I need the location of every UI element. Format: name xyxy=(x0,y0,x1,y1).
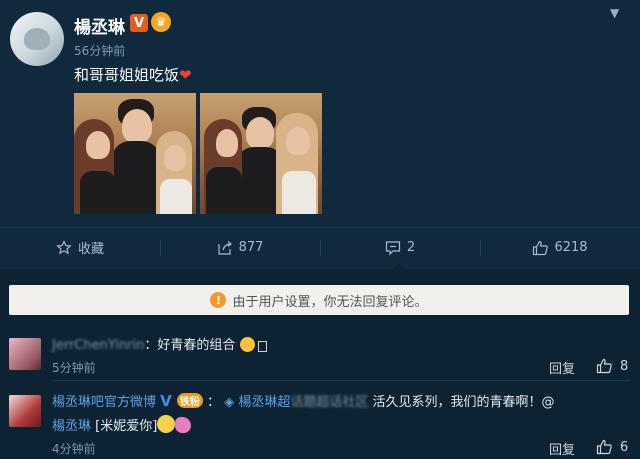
chevron-down-icon[interactable]: ▼ xyxy=(610,6,619,20)
like-button[interactable]: 6218 xyxy=(480,228,640,267)
supertopic-blurred: 话题超话社区 xyxy=(290,395,369,410)
post-text-content: 和哥哥姐姐吃饭 xyxy=(74,66,180,84)
star-eyes-emoji-icon xyxy=(239,337,255,352)
comment-avatar[interactable] xyxy=(9,338,41,370)
comment-author[interactable]: 楊丞琳吧官方微博 xyxy=(52,395,156,410)
comment-author[interactable]: JerrChenYinrin xyxy=(52,338,144,353)
supertopic-icon: ◈ xyxy=(224,395,235,410)
minnie-love-emoji-icon xyxy=(157,415,176,433)
comment-avatar[interactable] xyxy=(9,395,41,427)
comment-text: 活久见系列，我们的青春啊！@ xyxy=(372,395,555,410)
comment-like-count: 6 xyxy=(620,439,629,455)
crown-icon: ♛ xyxy=(151,12,171,32)
emoji-text: [米妮爱你] xyxy=(95,419,158,434)
share-icon xyxy=(217,240,232,255)
post-time[interactable]: 56分钟前 xyxy=(74,42,125,59)
post-photo-1[interactable] xyxy=(74,93,196,214)
favorite-button[interactable]: 收藏 xyxy=(0,228,160,267)
post-text: 和哥哥姐姐吃饭❤ xyxy=(74,64,192,85)
comment-text: ：好青春的组合 xyxy=(144,338,236,353)
post-action-bar: 收藏 877 2 6218 xyxy=(0,227,640,267)
thumbs-up-icon xyxy=(533,240,549,255)
heart-icon: ❤ xyxy=(179,66,192,84)
comment-section: ! 由于用户设置，你无法回复评论。 JerrChenYinrin：好青春的组合 … xyxy=(0,269,640,459)
notice-text: 由于用户设置，你无法回复评论。 xyxy=(232,294,428,310)
thumbs-up-icon xyxy=(596,358,612,374)
comment-like-count: 8 xyxy=(620,358,629,374)
supertopic-name: 楊丞琳超 xyxy=(238,395,291,410)
author-avatar[interactable] xyxy=(10,12,64,66)
reply-button[interactable]: 回复 xyxy=(549,358,575,377)
supertopic-link[interactable]: 楊丞琳超话题超话社区 xyxy=(238,395,368,410)
author-name[interactable]: 楊丞琳 xyxy=(74,13,125,38)
like-count: 6218 xyxy=(554,240,588,255)
post-photo-2[interactable] xyxy=(200,93,322,214)
comment-body-line-2: 楊丞琳 [米妮爱你] xyxy=(52,415,192,434)
reply-disabled-notice: ! 由于用户设置，你无法回复评论。 xyxy=(9,285,629,315)
comment-button[interactable]: 2 xyxy=(320,228,480,267)
share-count: 877 xyxy=(238,240,264,255)
verified-badge-icon: V xyxy=(130,14,148,32)
comment-colon: ： xyxy=(207,395,221,410)
verified-blue-v-icon: V xyxy=(160,392,172,410)
comment-count: 2 xyxy=(406,240,416,255)
comment-icon xyxy=(385,240,400,255)
comment-like-button[interactable]: 6 xyxy=(596,439,628,455)
share-button[interactable]: 877 xyxy=(160,228,320,267)
comment-divider xyxy=(52,380,630,381)
warning-icon: ! xyxy=(210,292,227,308)
comment-time: 4分钟前 xyxy=(52,442,96,456)
reply-button[interactable]: 回复 xyxy=(549,439,575,458)
bow-emoji-icon xyxy=(175,417,192,433)
fan-badge: 铁粉 xyxy=(176,393,203,408)
favorite-label: 收藏 xyxy=(77,242,104,257)
comment-time: 5分钟前 xyxy=(52,361,96,375)
comment-like-button[interactable]: 8 xyxy=(596,358,628,374)
mention-link[interactable]: 楊丞琳 xyxy=(52,419,91,434)
thumbs-up-icon xyxy=(596,439,612,455)
missing-glyph-icon xyxy=(257,341,267,352)
weibo-post: 楊丞琳 V ♛ ▼ 56分钟前 和哥哥姐姐吃饭❤ xyxy=(0,0,640,227)
star-icon xyxy=(56,239,72,254)
comment-body: 楊丞琳吧官方微博 V 铁粉 ： ◈ 楊丞琳超话题超话社区 活久见系列，我们的青春… xyxy=(52,391,555,410)
comment-body: JerrChenYinrin：好青春的组合 xyxy=(52,334,267,353)
